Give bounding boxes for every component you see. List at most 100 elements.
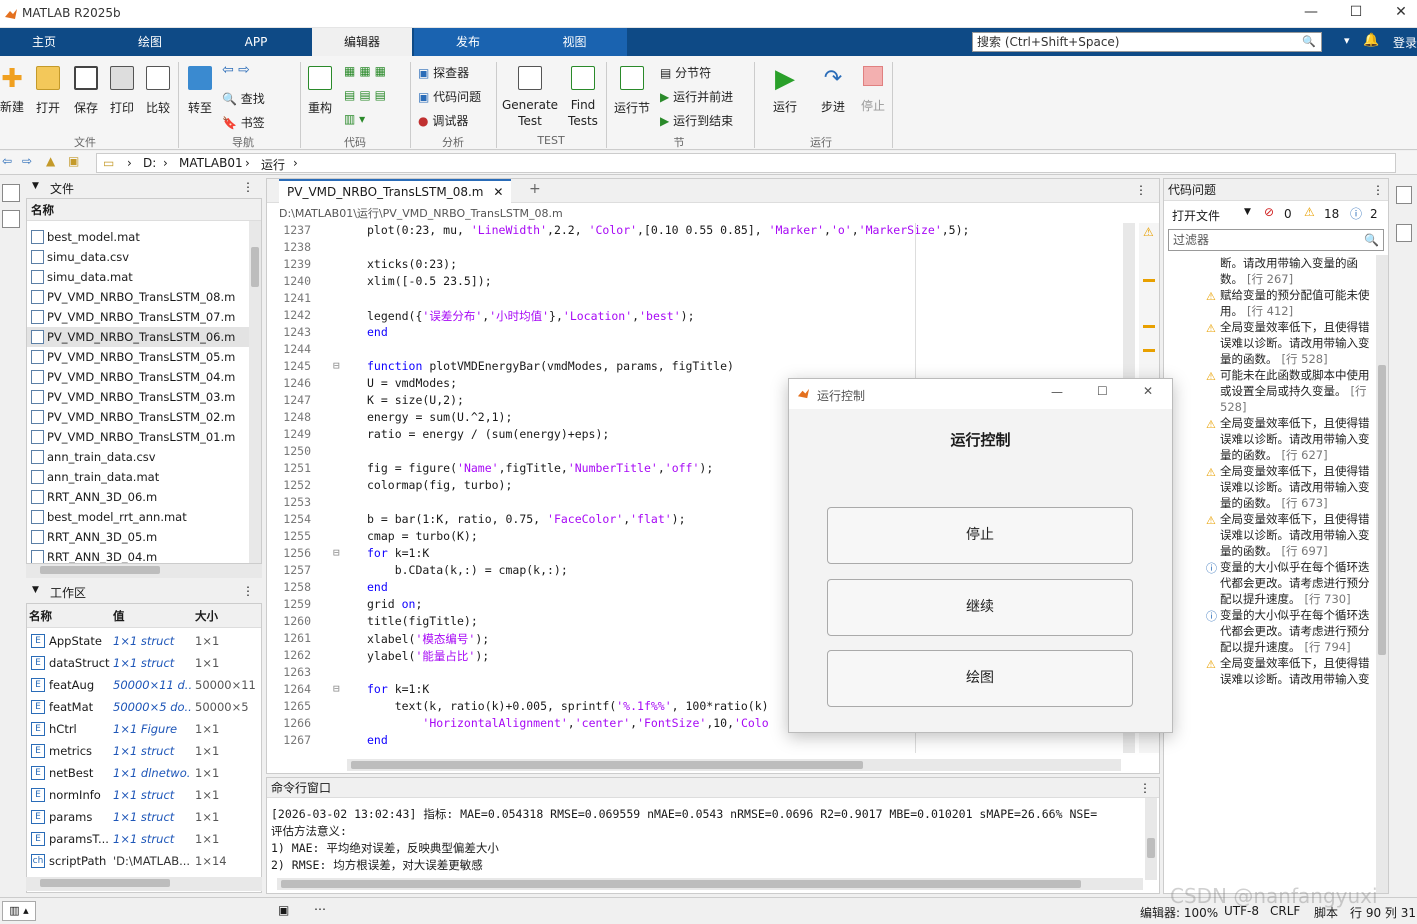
find-tests-button[interactable]: Find Tests [564, 66, 602, 129]
issue-item[interactable]: ⓘ 变量的大小似乎在每个循环迭代都会更改。请考虑进行预分配以提升速度。 [行 730… [1164, 559, 1378, 607]
layout-toggle-icon[interactable]: ▥ ▴ [2, 901, 36, 921]
find-button[interactable]: 🔍 查找 [222, 90, 265, 107]
issue-item[interactable]: ⚠ 赋给变量的预分配值可能未使用。 [行 412] [1164, 287, 1378, 319]
file-list-hscroll[interactable] [26, 564, 262, 578]
chevron-down-icon[interactable]: ▼ [1244, 207, 1251, 217]
file-list-scrollbar[interactable] [249, 221, 261, 563]
step-button[interactable]: ↷ 步进 [818, 66, 848, 115]
run-advance-button[interactable]: ▶ 运行并前进 [660, 88, 733, 105]
file-list-item[interactable]: RRT_ANN_3D_04.m [27, 547, 261, 563]
dropdown-icon[interactable]: ▾ [1344, 34, 1350, 47]
info-icon[interactable]: ⓘ [1350, 205, 1362, 222]
file-list-item[interactable]: PV_VMD_NRBO_TransLSTM_03.m [27, 387, 261, 407]
col-size[interactable]: 大小 [195, 604, 218, 628]
tab-plots[interactable]: 绘图 [104, 28, 196, 56]
search-input[interactable]: 搜索 (Ctrl+Shift+Space) [972, 32, 1322, 52]
file-list-item[interactable]: PV_VMD_NRBO_TransLSTM_08.m [27, 287, 261, 307]
fold-icon[interactable]: ⊟ [333, 546, 340, 559]
file-list-item[interactable]: best_model.mat [27, 227, 261, 247]
new-tab-icon[interactable]: + [529, 181, 541, 197]
issue-item[interactable]: ⓘ 变量的大小似乎在每个循环迭代都会更改。请考虑进行预分配以提升速度。 [行 794… [1164, 607, 1378, 655]
section-break-button[interactable]: ▤ 分节符 [660, 64, 711, 81]
workspace-row[interactable]: EfeatAug 50000×11 d... 50000×11 [27, 674, 261, 696]
bookmark-button[interactable]: 🔖 书签 [222, 114, 265, 131]
cmd-vscroll[interactable] [1145, 798, 1157, 880]
bell-icon[interactable]: 🔔 [1363, 33, 1379, 48]
workspace-row[interactable]: EhCtrl 1×1 Figure 1×1 [27, 718, 261, 740]
issue-item[interactable]: ⚠ 全局变量效率低下，且使得错误难以诊断。请改用带输入变量的函数。 [行 673] [1164, 463, 1378, 511]
login-link[interactable]: 登录 [1393, 34, 1417, 51]
fx-tools-icon[interactable]: ▥ ▾ [344, 112, 365, 126]
close-tab-icon[interactable]: ✕ [493, 185, 503, 199]
issues-filter-input[interactable]: 过滤器 🔍 [1168, 229, 1384, 251]
up-folder-icon[interactable]: ▲ [46, 154, 55, 168]
file-list-item[interactable]: simu_data.csv [27, 247, 261, 267]
file-list-item[interactable]: ann_train_data.csv [27, 447, 261, 467]
continue-button[interactable]: 继续 [827, 579, 1133, 636]
more-options-icon[interactable]: ⋮ [242, 584, 254, 598]
tab-editor[interactable]: 编辑器 [312, 28, 412, 56]
more-options-icon[interactable]: ⋯ [314, 902, 326, 916]
issue-item[interactable]: ⚠ 全局变量效率低下，且使得错误难以诊断。请改用带输入变量的函数。 [行 697] [1164, 511, 1378, 559]
file-list-item[interactable]: PV_VMD_NRBO_TransLSTM_02.m [27, 407, 261, 427]
fold-icon[interactable]: ⊟ [333, 682, 340, 695]
file-list-item[interactable]: best_model_rrt_ann.mat [27, 507, 261, 527]
run-to-end-button[interactable]: ▶ 运行到结束 [660, 112, 733, 129]
plot-button[interactable]: 绘图 [827, 650, 1133, 707]
maximize-icon[interactable]: ☐ [1341, 4, 1371, 24]
run-section-button[interactable]: 运行节 [612, 66, 652, 116]
compare-button[interactable]: 比较 [144, 66, 172, 116]
issue-item[interactable]: ⚠ 全局变量效率低下，且使得错误难以诊断。请改用带输入变 [1164, 655, 1378, 687]
minimize-icon[interactable]: — [1051, 385, 1063, 399]
error-icon[interactable]: ⊘ [1264, 205, 1274, 219]
collapse-icon[interactable]: ▼ [32, 181, 39, 191]
editor-tab[interactable]: PV_VMD_NRBO_TransLSTM_08.m ✕ [279, 179, 512, 203]
file-list-item[interactable]: PV_VMD_NRBO_TransLSTM_07.m [27, 307, 261, 327]
file-list-item[interactable]: PV_VMD_NRBO_TransLSTM_05.m [27, 347, 261, 367]
workspace-hscroll[interactable] [26, 877, 262, 891]
workspace-row[interactable]: E AppState 1×1 struct 1×1 [27, 630, 261, 652]
open-button[interactable]: 打开 [34, 66, 62, 116]
file-list-item[interactable]: PV_VMD_NRBO_TransLSTM_04.m [27, 367, 261, 387]
file-list-item[interactable]: PV_VMD_NRBO_TransLSTM_06.m [27, 327, 261, 347]
browse-folder-icon[interactable]: ▣ [68, 154, 79, 168]
more-options-icon[interactable]: ⋮ [242, 180, 254, 194]
file-list-item[interactable]: ann_train_data.mat [27, 467, 261, 487]
warning-icon[interactable]: ⚠ [1304, 205, 1315, 219]
new-button[interactable]: ✚ 新建 [0, 66, 24, 115]
generate-test-button[interactable]: Generate Test [502, 66, 558, 129]
minimize-icon[interactable]: — [1296, 4, 1326, 24]
save-button[interactable]: 保存 [72, 66, 100, 116]
workspace-row[interactable]: EparamsT... 1×1 struct 1×1 [27, 828, 261, 850]
workspace-row[interactable]: EfeatMat 50000×5 do... 50000×5 [27, 696, 261, 718]
issues-scope-select[interactable]: 打开文件 [1172, 207, 1220, 224]
properties-panel-icon[interactable] [1396, 224, 1412, 242]
file-list-item[interactable]: RRT_ANN_3D_06.m [27, 487, 261, 507]
issues-panel-icon[interactable] [1396, 186, 1412, 204]
warning-icon[interactable]: ⚠ [1143, 225, 1154, 239]
fold-icon[interactable]: ⊟ [333, 359, 340, 372]
warning-marker[interactable] [1143, 279, 1155, 282]
workspace-panel-icon[interactable] [2, 210, 20, 228]
file-list-item[interactable]: PV_VMD_NRBO_TransLSTM_01.m [27, 427, 261, 447]
profiler-button[interactable]: ▣ 探查器 [418, 64, 469, 81]
issue-item[interactable]: ⚠ 全局变量效率低下，且使得错误难以诊断。请改用带输入变量的函数。 [行 627] [1164, 415, 1378, 463]
workspace-row[interactable]: Emetrics 1×1 struct 1×1 [27, 740, 261, 762]
path-folder[interactable]: MATLAB01 [179, 156, 243, 170]
tab-view[interactable]: 视图 [522, 28, 627, 56]
cmd-hscroll[interactable] [277, 878, 1143, 890]
close-icon[interactable]: ✕ [1143, 384, 1153, 398]
col-name[interactable]: 名称 [29, 604, 52, 628]
tab-home[interactable]: 主页 [0, 28, 88, 56]
stop-button[interactable]: 停止 [858, 66, 888, 114]
stop-run-button[interactable]: 停止 [827, 507, 1133, 564]
file-list-item[interactable]: simu_data.mat [27, 267, 261, 287]
collapse-icon[interactable]: ▼ [32, 585, 39, 595]
files-panel-icon[interactable] [2, 184, 20, 202]
tab-publish[interactable]: 发布 [414, 28, 522, 56]
workspace-row[interactable]: EdataStruct 1×1 struct 1×1 [27, 652, 261, 674]
path-drive[interactable]: D: [143, 156, 156, 170]
editor-hscroll[interactable] [347, 759, 1121, 771]
code-issues-button[interactable]: ▣ 代码问题 [418, 88, 481, 105]
col-value[interactable]: 值 [113, 604, 125, 628]
